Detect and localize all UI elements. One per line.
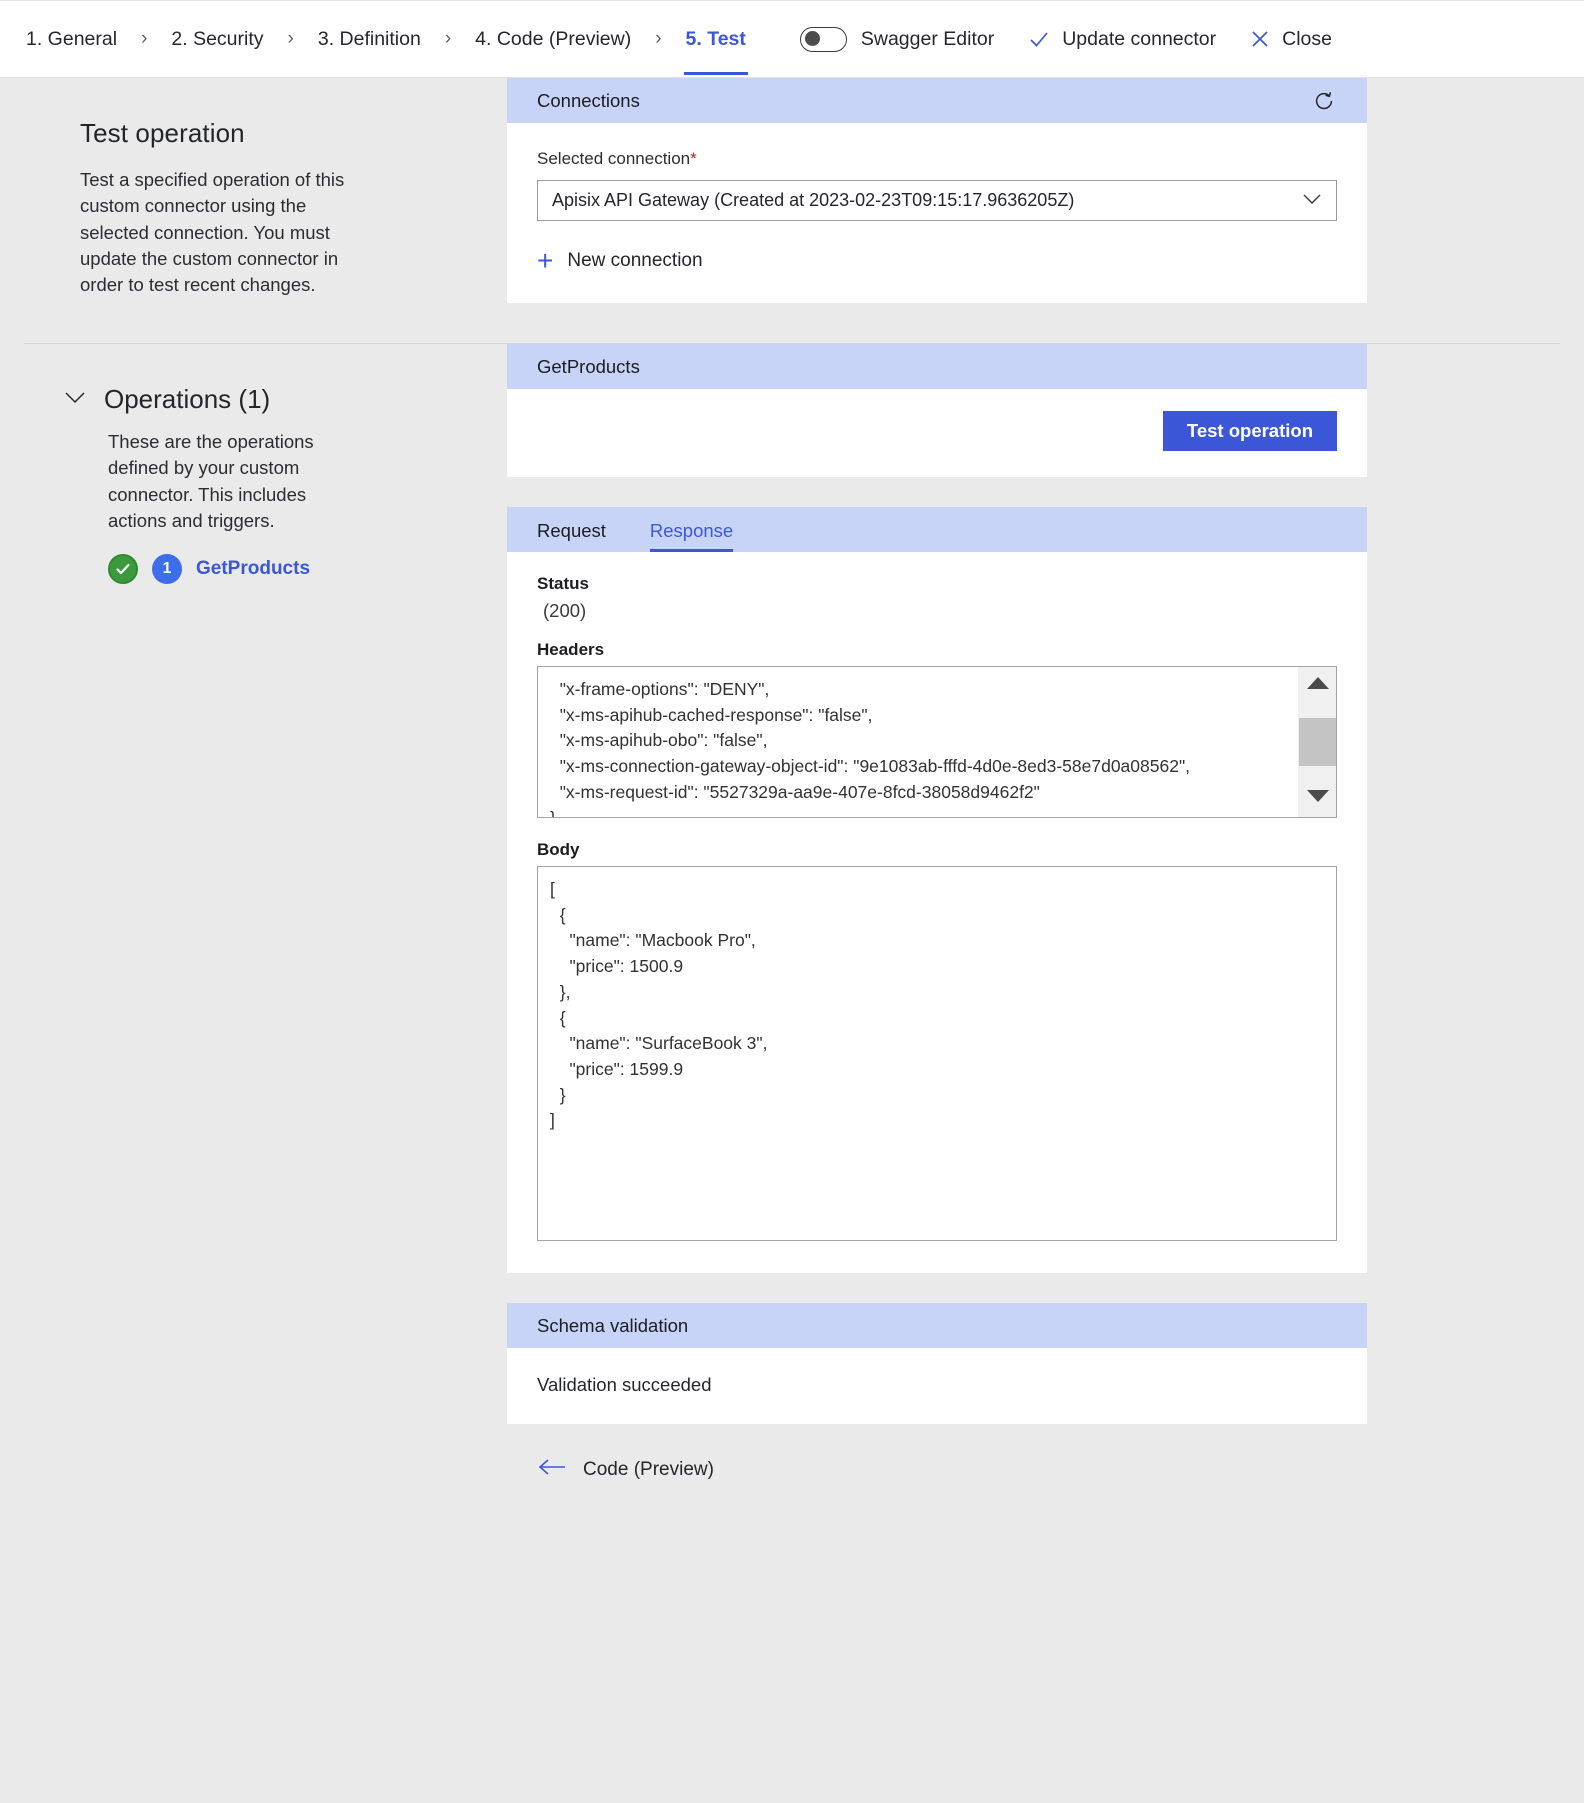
operation-list-item-getproducts[interactable]: 1 GetProducts bbox=[80, 554, 477, 585]
selected-connection-label-text: Selected connection bbox=[537, 149, 691, 168]
headers-content: "x-frame-options": "DENY", "x-ms-apihub-… bbox=[550, 679, 1191, 817]
operations-title: Operations (1) bbox=[104, 384, 271, 414]
tab-response[interactable]: Response bbox=[649, 520, 734, 552]
intro-column: Test operation Test a specified operatio… bbox=[0, 78, 507, 298]
connections-title: Connections bbox=[537, 89, 640, 111]
gap bbox=[537, 818, 1337, 840]
chevron-down-icon bbox=[1302, 190, 1322, 211]
required-marker: * bbox=[690, 149, 697, 168]
schema-validation-title: Schema validation bbox=[537, 1314, 689, 1336]
scrollbar-thumb[interactable] bbox=[1298, 718, 1336, 766]
request-response-card: Request Response Status (200) Headers "x… bbox=[507, 507, 1367, 1273]
new-connection-button[interactable]: + New connection bbox=[537, 247, 703, 275]
wizard-step-security[interactable]: 2. Security bbox=[169, 22, 265, 57]
swagger-editor-label: Swagger Editor bbox=[860, 27, 995, 50]
operation-card-title: GetProducts bbox=[537, 355, 640, 377]
wizard-step-test[interactable]: 5. Test bbox=[683, 22, 749, 75]
selected-connection-label: Selected connection* bbox=[537, 149, 1337, 169]
wizard-step-general[interactable]: 1. General bbox=[24, 22, 119, 57]
toggle-switch[interactable] bbox=[799, 26, 847, 52]
connections-column: Connections Selected connection* Apisix … bbox=[507, 78, 1584, 303]
connections-card-body: Selected connection* Apisix API Gateway … bbox=[507, 123, 1367, 303]
status-label: Status bbox=[537, 574, 589, 593]
operations-header[interactable]: Operations (1) bbox=[62, 384, 477, 415]
gap bbox=[507, 1273, 1367, 1303]
body-label: Body bbox=[537, 840, 580, 859]
request-response-tabs: Request Response bbox=[507, 507, 1367, 552]
test-operation-button[interactable]: Test operation bbox=[1162, 411, 1337, 451]
wizard-step-definition[interactable]: 3. Definition bbox=[316, 22, 423, 57]
swagger-editor-toggle[interactable]: Swagger Editor bbox=[799, 26, 995, 52]
wizard-step-code-preview[interactable]: 4. Code (Preview) bbox=[473, 22, 633, 57]
schema-validation-card: Schema validation Validation succeeded bbox=[507, 1303, 1367, 1424]
tab-request[interactable]: Request bbox=[537, 520, 606, 552]
schema-validation-message: Validation succeeded bbox=[537, 1374, 712, 1395]
page-content: Test operation Test a specified operatio… bbox=[0, 78, 1584, 1521]
gap bbox=[507, 477, 1367, 507]
operations-column: Operations (1) These are the operations … bbox=[0, 344, 507, 585]
checkmark-icon bbox=[1028, 28, 1050, 50]
body-content: [ { "name": "Macbook Pro", "price": 1500… bbox=[550, 879, 768, 1131]
schema-validation-body: Validation succeeded bbox=[507, 1348, 1367, 1424]
operation-card-body: Test operation bbox=[507, 389, 1367, 477]
arrow-left-icon bbox=[537, 1458, 567, 1481]
breadcrumb-separator-icon: › bbox=[655, 28, 662, 49]
response-panel: Status (200) Headers "x-frame-options": … bbox=[507, 552, 1367, 1273]
operation-detail-column: GetProducts Test operation Request Respo… bbox=[507, 344, 1584, 1521]
new-connection-label: New connection bbox=[567, 250, 703, 271]
toggle-knob bbox=[804, 30, 820, 46]
refresh-icon[interactable] bbox=[1311, 88, 1337, 114]
connections-card-header: Connections bbox=[507, 78, 1367, 123]
operations-section: Operations (1) These are the operations … bbox=[0, 344, 1584, 1521]
schema-validation-header: Schema validation bbox=[507, 1303, 1367, 1348]
selected-connection-dropdown[interactable]: Apisix API Gateway (Created at 2023-02-2… bbox=[537, 180, 1337, 221]
headers-scrollbar[interactable] bbox=[1298, 667, 1336, 817]
connections-section: Test operation Test a specified operatio… bbox=[0, 78, 1584, 303]
status-value: (200) bbox=[543, 600, 587, 621]
close-button[interactable]: Close bbox=[1250, 28, 1332, 51]
back-link-label: Code (Preview) bbox=[583, 1458, 714, 1480]
page-description: Test a specified operation of this custo… bbox=[80, 169, 345, 296]
chevron-down-icon[interactable] bbox=[62, 389, 88, 410]
breadcrumb-separator-icon: › bbox=[287, 28, 294, 49]
wizard-toolbar: 1. General › 2. Security › 3. Definition… bbox=[0, 0, 1584, 78]
breadcrumb-separator-icon: › bbox=[141, 28, 148, 49]
page-title: Test operation bbox=[80, 118, 245, 148]
update-connector-label: Update connector bbox=[1062, 27, 1217, 50]
headers-label: Headers bbox=[537, 640, 605, 659]
scroll-up-arrow-icon[interactable] bbox=[1305, 673, 1331, 698]
selected-connection-value: Apisix API Gateway (Created at 2023-02-2… bbox=[552, 190, 1075, 210]
operation-card-header: GetProducts bbox=[507, 344, 1367, 389]
connections-card: Connections Selected connection* Apisix … bbox=[507, 78, 1367, 303]
operations-description: These are the operations defined by your… bbox=[108, 431, 314, 531]
close-label: Close bbox=[1282, 27, 1332, 50]
success-check-icon bbox=[108, 554, 138, 585]
operation-name[interactable]: GetProducts bbox=[196, 558, 310, 580]
headers-textarea[interactable]: "x-frame-options": "DENY", "x-ms-apihub-… bbox=[537, 666, 1337, 818]
operation-card: GetProducts Test operation bbox=[507, 344, 1367, 477]
body-textarea[interactable]: [ { "name": "Macbook Pro", "price": 1500… bbox=[537, 866, 1337, 1241]
close-icon bbox=[1250, 29, 1270, 49]
back-to-code-preview-link[interactable]: Code (Preview) bbox=[507, 1424, 1367, 1521]
operation-index-badge: 1 bbox=[152, 554, 182, 585]
breadcrumb-separator-icon: › bbox=[444, 28, 452, 49]
plus-icon: + bbox=[537, 245, 554, 276]
scroll-down-arrow-icon[interactable] bbox=[1305, 786, 1331, 811]
update-connector-button[interactable]: Update connector bbox=[1028, 28, 1216, 51]
